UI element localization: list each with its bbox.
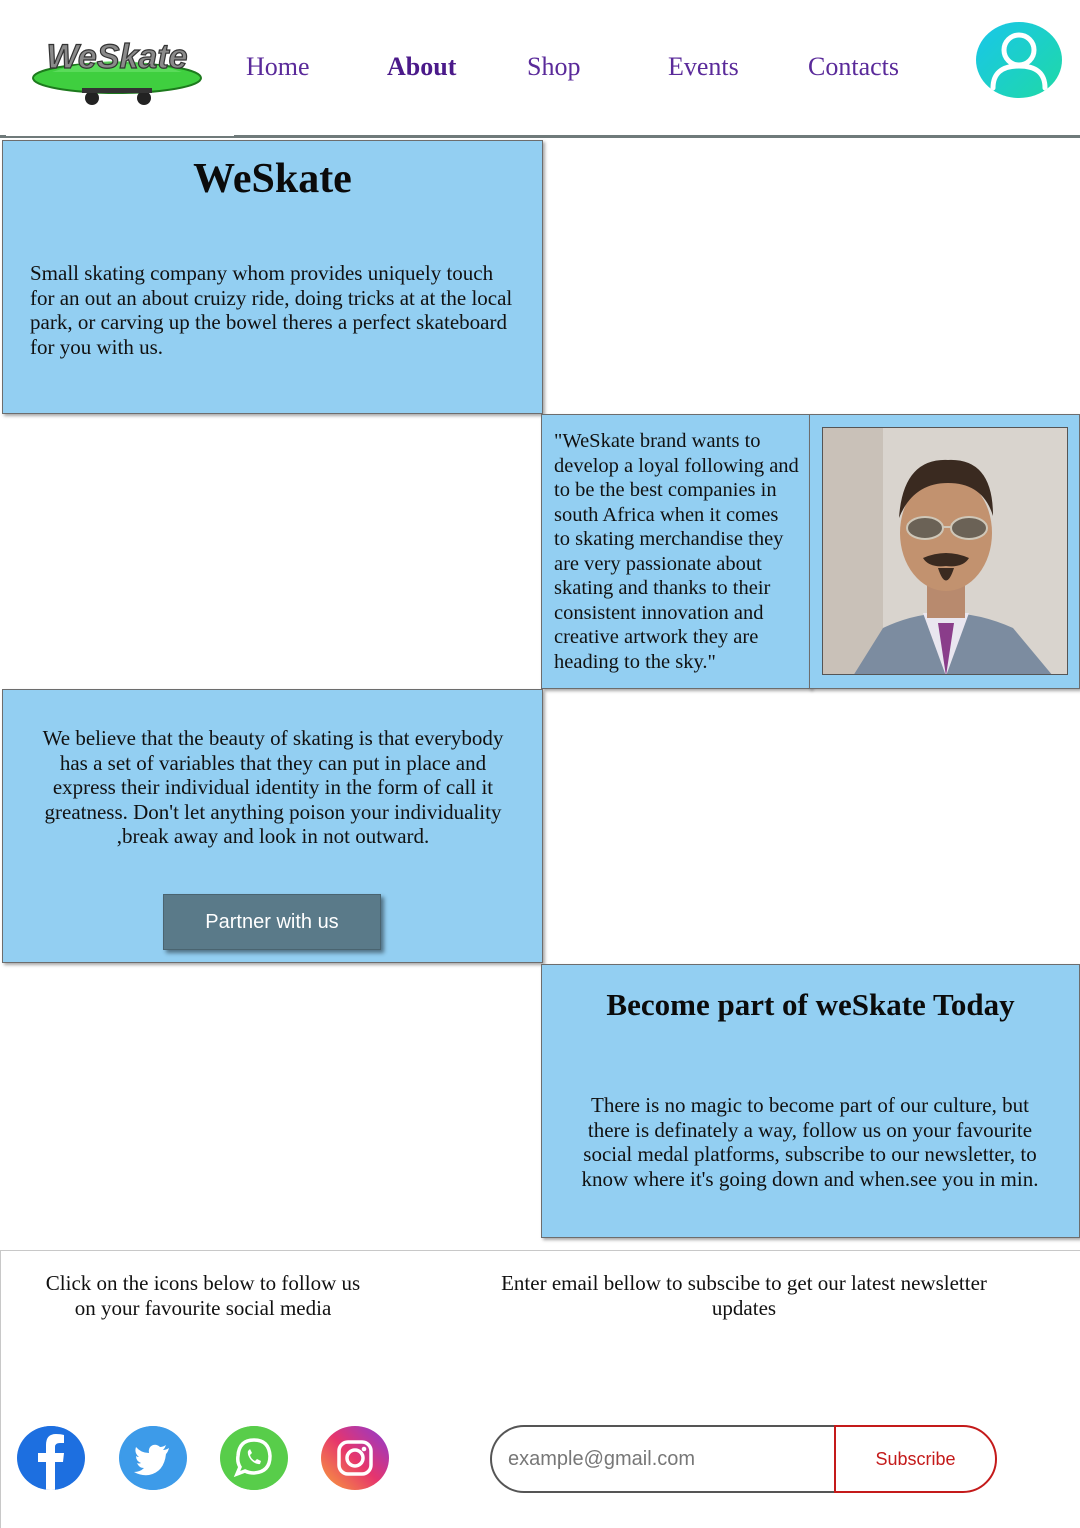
- nav-contacts[interactable]: Contacts: [808, 52, 899, 82]
- nav-about[interactable]: About: [387, 52, 456, 82]
- user-icon: [990, 32, 1048, 91]
- svg-text:WeSkate: WeSkate: [46, 38, 187, 76]
- founder-photo: [822, 427, 1068, 675]
- intro-panel: WeSkate Small skating company whom provi…: [2, 140, 543, 414]
- join-title: Become part of weSkate Today: [606, 987, 1015, 1022]
- whatsapp-icon[interactable]: [220, 1426, 288, 1490]
- nav-events[interactable]: Events: [668, 52, 739, 82]
- skateboard-logo-icon: WeSkate: [32, 37, 202, 105]
- site-header: WeSkate Home About Shop Events Contacts: [0, 0, 1080, 138]
- facebook-icon[interactable]: [17, 1426, 85, 1490]
- quote-text: "WeSkate brand wants to develop a loyal …: [554, 430, 799, 673]
- subscribe-button[interactable]: Subscribe: [834, 1425, 997, 1493]
- social-instructions: Click on the icons below to follow us on…: [45, 1271, 361, 1320]
- user-account-button[interactable]: [976, 22, 1062, 98]
- intro-text: Small skating company whom provides uniq…: [30, 261, 513, 359]
- newsletter-instructions: Enter email bellow to subscibe to get ou…: [501, 1271, 987, 1320]
- join-panel: Become part of weSkate Today There is no…: [541, 964, 1080, 1238]
- weskate-logo[interactable]: WeSkate: [6, 14, 234, 136]
- partner-button[interactable]: Partner with us: [163, 894, 381, 950]
- join-text: There is no magic to become part of our …: [581, 1093, 1039, 1191]
- email-input[interactable]: [490, 1425, 834, 1493]
- quote-panel: "WeSkate brand wants to develop a loyal …: [541, 414, 811, 689]
- photo-panel: [809, 414, 1080, 689]
- nav-home[interactable]: Home: [246, 52, 310, 82]
- site-footer: Click on the icons below to follow us on…: [0, 1250, 1080, 1528]
- belief-text: We believe that the beauty of skating is…: [42, 726, 504, 848]
- nav-shop[interactable]: Shop: [527, 52, 580, 82]
- intro-title: WeSkate: [193, 156, 352, 202]
- belief-panel: We believe that the beauty of skating is…: [2, 689, 543, 963]
- twitter-icon[interactable]: [119, 1426, 187, 1490]
- instagram-icon[interactable]: [321, 1426, 389, 1490]
